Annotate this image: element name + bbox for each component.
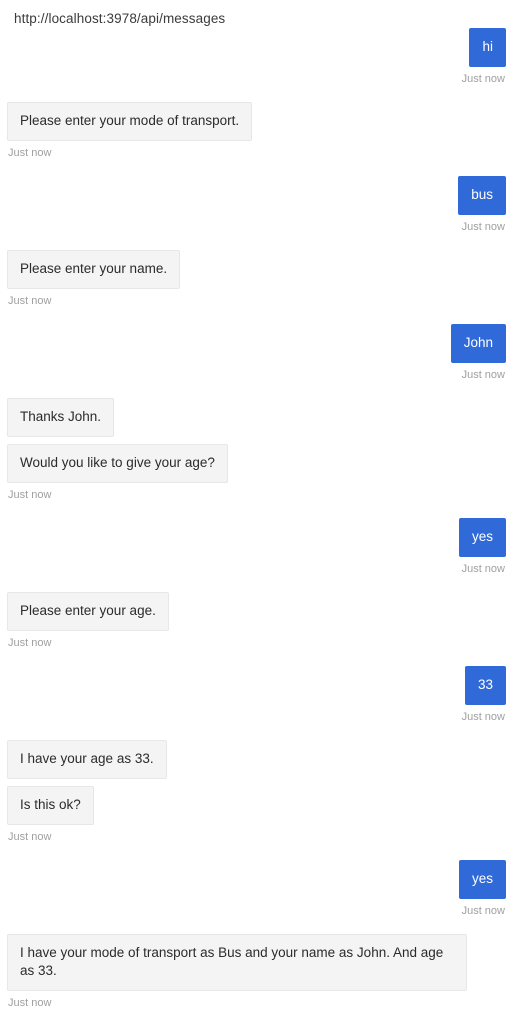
message-timestamp: Just now bbox=[8, 489, 52, 501]
bot-message-bubble[interactable]: Would you like to give your age? bbox=[7, 444, 228, 483]
message-group-user: yes Just now bbox=[7, 518, 506, 576]
message-timestamp: Just now bbox=[8, 147, 52, 159]
message-group-bot: Please enter your age. Just now bbox=[7, 592, 506, 650]
message-group-user: bus Just now bbox=[7, 176, 506, 234]
message-row: John bbox=[7, 324, 506, 363]
message-timestamp: Just now bbox=[461, 221, 505, 233]
message-row: yes bbox=[7, 860, 506, 899]
message-row: yes bbox=[7, 518, 506, 557]
user-message-bubble[interactable]: yes bbox=[458, 860, 506, 899]
user-message-bubble[interactable]: bus bbox=[458, 176, 506, 215]
message-group-bot: Please enter your name. Just now bbox=[7, 250, 506, 308]
bot-message-bubble[interactable]: Please enter your mode of transport. bbox=[7, 102, 253, 141]
user-message-bubble[interactable]: 33 bbox=[464, 666, 506, 705]
message-row: Please enter your name. bbox=[7, 250, 506, 289]
message-timestamp: Just now bbox=[8, 831, 52, 843]
bot-message-bubble[interactable]: Is this ok? bbox=[7, 786, 94, 825]
message-row: Thanks John. bbox=[7, 398, 506, 437]
message-group-user: yes Just now bbox=[7, 860, 506, 918]
message-timestamp: Just now bbox=[461, 905, 505, 917]
message-row: Is this ok? bbox=[7, 786, 506, 825]
chat-transcript-panel: http://localhost:3978/api/messages hi Jus… bbox=[0, 0, 513, 1009]
message-timestamp: Just now bbox=[8, 295, 52, 307]
message-timestamp: Just now bbox=[8, 997, 52, 1009]
bot-message-bubble[interactable]: Please enter your age. bbox=[7, 592, 169, 631]
message-row: I have your age as 33. bbox=[7, 740, 506, 779]
message-row: hi bbox=[7, 28, 506, 67]
message-group-bot: I have your age as 33. Is this ok? Just no… bbox=[7, 740, 506, 844]
message-timestamp: Just now bbox=[461, 73, 505, 85]
bot-message-bubble[interactable]: Thanks John. bbox=[7, 398, 115, 437]
message-row: Please enter your mode of transport. bbox=[7, 102, 506, 141]
message-group-user: 33 Just now bbox=[7, 666, 506, 724]
message-timestamp: Just now bbox=[461, 369, 505, 381]
message-row: 33 bbox=[7, 666, 506, 705]
user-message-bubble[interactable]: hi bbox=[469, 28, 506, 67]
message-timestamp: Just now bbox=[461, 563, 505, 575]
message-group-user: hi Just now bbox=[7, 28, 506, 86]
user-message-bubble[interactable]: yes bbox=[458, 518, 506, 557]
message-group-user: John Just now bbox=[7, 324, 506, 382]
message-row: Would you like to give your age? bbox=[7, 444, 506, 483]
message-group-bot: I have your mode of transport as Bus and… bbox=[7, 934, 506, 1010]
message-row: Please enter your age. bbox=[7, 592, 506, 631]
endpoint-url-label: http://localhost:3978/api/messages bbox=[14, 11, 226, 26]
message-timestamp: Just now bbox=[8, 637, 52, 649]
message-group-bot: Thanks John. Would you like to give your … bbox=[7, 398, 506, 502]
bot-message-bubble[interactable]: Please enter your name. bbox=[7, 250, 181, 289]
message-timestamp: Just now bbox=[461, 711, 505, 723]
bot-message-bubble[interactable]: I have your age as 33. bbox=[7, 740, 167, 779]
message-list[interactable]: hi Just now Please enter your mode of tran… bbox=[0, 28, 513, 1010]
message-row: bus bbox=[7, 176, 506, 215]
user-message-bubble[interactable]: John bbox=[450, 324, 506, 363]
message-group-bot: Please enter your mode of transport. Just… bbox=[7, 102, 506, 160]
